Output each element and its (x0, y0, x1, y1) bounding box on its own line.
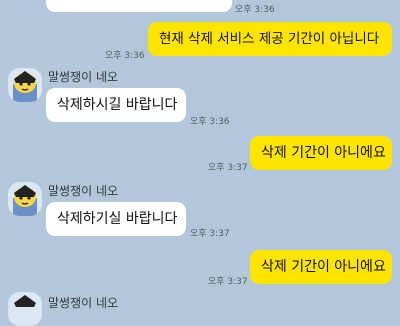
message-time: 오후 3:36 (235, 5, 275, 15)
my-message-bubble[interactable]: 삭제 기간이 아니에요 (250, 136, 392, 170)
message-time: 오후 3:37 (190, 229, 230, 239)
neo-avatar-icon[interactable] (8, 292, 42, 326)
message-time: 오후 3:37 (208, 277, 248, 287)
message-bubble-partial[interactable] (46, 0, 232, 12)
my-message-bubble[interactable]: 현재 삭제 서비스 제공 기간이 아닙니다 (148, 22, 392, 56)
chat-room: 오후 3:36 현재 삭제 서비스 제공 기간이 아닙니다 오후 3:36 말썽… (0, 0, 400, 326)
my-message-bubble[interactable]: 삭제 기간이 아니에요 (250, 250, 392, 284)
their-message-bubble[interactable]: 삭제하기실 바랍니다 (46, 202, 186, 236)
neo-avatar-icon[interactable] (8, 182, 42, 216)
message-time: 오후 3:36 (190, 117, 230, 127)
neo-avatar-icon[interactable] (8, 68, 42, 102)
sender-name: 말썽쟁이 네오 (48, 184, 119, 198)
their-message-bubble[interactable]: 삭제하시길 바랍니다 (46, 88, 186, 122)
neo-character-icon (8, 68, 42, 102)
sender-name: 말썽쟁이 네오 (48, 70, 119, 84)
neo-character-icon (8, 292, 42, 326)
message-time: 오후 3:36 (105, 51, 145, 61)
message-time: 오후 3:37 (208, 163, 248, 173)
neo-character-icon (8, 182, 42, 216)
sender-name: 말썽쟁이 네오 (48, 296, 119, 310)
